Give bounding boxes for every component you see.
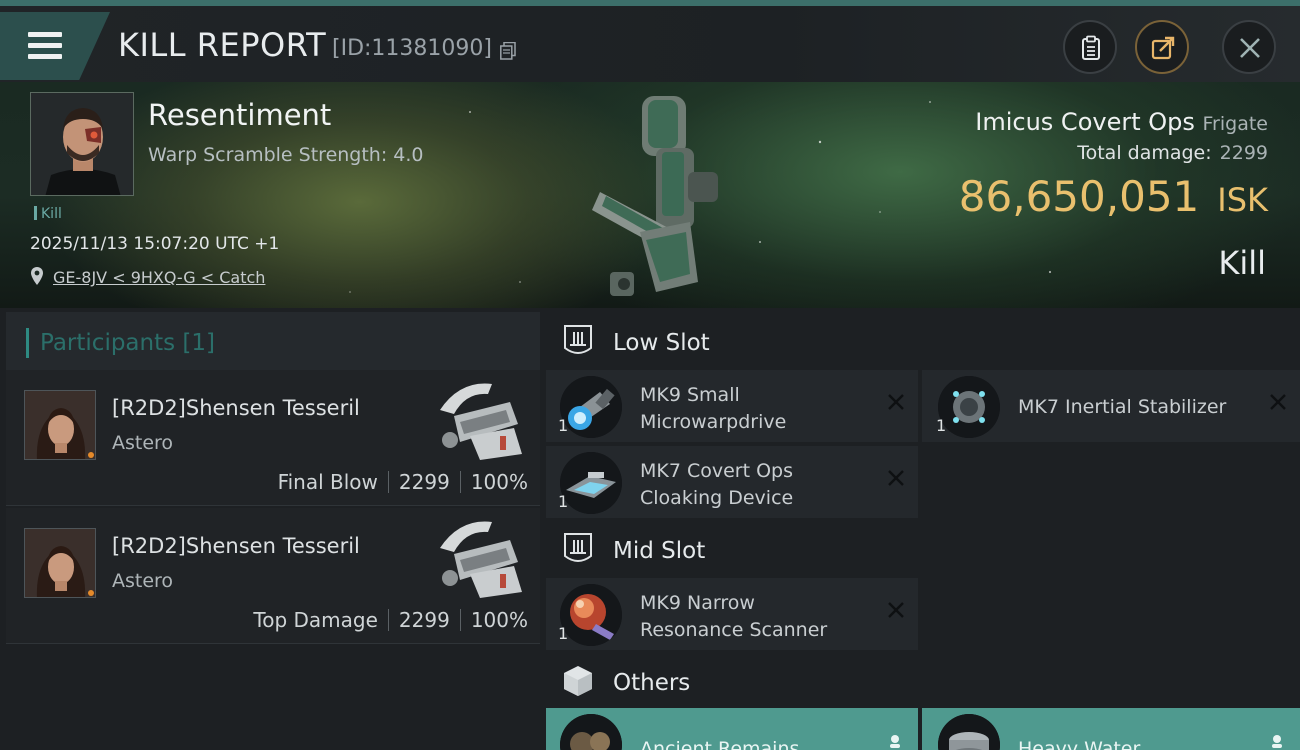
share-button[interactable] [1135, 20, 1189, 74]
copy-icon[interactable] [500, 42, 516, 60]
ship-image [592, 96, 718, 296]
item-name-line1: MK9 Narrow [640, 592, 755, 614]
item-name: MK7 Covert Ops Cloaking Device [640, 458, 793, 512]
clipboard-icon [1082, 35, 1100, 60]
participants-header[interactable]: Participants [1] [6, 312, 540, 372]
kill-tag: Kill [34, 206, 62, 222]
item-name-line1: MK7 Inertial Stabilizer [1018, 396, 1227, 418]
inertial-stabilizer-icon [938, 376, 1000, 438]
others-title: Others [613, 670, 691, 696]
ship-class: Frigate [1202, 113, 1268, 135]
item-name: Ancient Remains [640, 738, 800, 750]
item-quantity: 1 [936, 416, 947, 435]
result-label: Kill [1218, 244, 1266, 282]
cube-icon [564, 666, 592, 696]
pin-icon[interactable] [888, 734, 902, 750]
kill-id: [ID:11381090] [332, 36, 492, 61]
item-name: MK7 Inertial Stabilizer [1018, 394, 1226, 421]
warp-scramble-strength: Warp Scramble Strength: 4.0 [148, 144, 424, 166]
ship-name: Imicus Covert Ops Frigate [975, 108, 1268, 136]
participant-ship: Astero [112, 570, 174, 592]
item-name-line1: MK7 Covert Ops [640, 460, 794, 482]
participant-stats: Top Damage 2299 100% [253, 608, 528, 632]
remove-x-icon[interactable] [886, 468, 906, 488]
close-icon [1240, 38, 1260, 58]
participants-panel: Participants [1] [R2D2]Shensen Tesseril … [0, 308, 540, 750]
kill-datetime: 2025/11/13 15:07:20 UTC +1 [30, 234, 280, 254]
low-slot-header: Low Slot [546, 312, 1300, 372]
remove-x-icon[interactable] [886, 600, 906, 620]
participant-row[interactable]: [R2D2]Shensen Tesseril Astero Top Damage… [6, 508, 540, 644]
participant-damage: 2299 [398, 608, 450, 632]
header-bar: KILL REPORT [ID:11381090] [0, 6, 1300, 82]
other-item[interactable]: Ancient Remains [546, 708, 918, 750]
low-slot-item[interactable]: 1 MK7 Covert Ops Cloaking Device [546, 446, 918, 518]
participant-ship-image [440, 383, 522, 460]
participant-percent: 100% [470, 470, 528, 494]
share-icon [1151, 36, 1175, 60]
isk-unit: ISK [1217, 181, 1268, 219]
victim-avatar[interactable] [30, 92, 134, 196]
low-slot-item[interactable]: 1 MK9 Small Microwarpdrive [546, 370, 918, 442]
isk-amount: 86,650,051 [958, 172, 1200, 221]
slot-shield-icon [564, 533, 592, 562]
participant-stats: Final Blow 2299 100% [278, 470, 528, 494]
microwarpdrive-icon [560, 376, 622, 438]
clipboard-button[interactable] [1063, 20, 1117, 74]
others-header: Others [546, 652, 1300, 712]
participant-role: Final Blow [277, 470, 378, 494]
close-button[interactable] [1222, 20, 1276, 74]
remove-x-icon[interactable] [886, 392, 906, 412]
participant-name[interactable]: [R2D2]Shensen Tesseril [112, 396, 360, 420]
item-name-line1: MK9 Small [640, 384, 740, 406]
location-link[interactable]: GE-8JV < 9HXQ-G < Catch [53, 268, 265, 287]
item-name: MK9 Narrow Resonance Scanner [640, 590, 827, 644]
ancient-remains-icon [560, 714, 622, 750]
other-item[interactable]: Heavy Water [922, 708, 1300, 750]
victim-summary: Resentiment Warp Scramble Strength: 4.0 … [0, 82, 1300, 308]
menu-button[interactable] [0, 12, 110, 80]
item-quantity: 1 [558, 492, 569, 511]
cloaking-device-icon [560, 452, 622, 514]
total-damage-label: Total damage: [1077, 142, 1212, 164]
page-title: KILL REPORT [118, 26, 327, 64]
participant-ship: Astero [112, 432, 174, 454]
item-name-line2: Cloaking Device [640, 487, 794, 509]
mid-slot-title: Mid Slot [613, 538, 706, 564]
location-pin-icon [31, 267, 43, 285]
item-name-line2: Resonance Scanner [640, 619, 828, 641]
low-slot-item[interactable]: 1 MK7 Inertial Stabilizer [922, 370, 1300, 442]
victim-pilot-name[interactable]: Resentiment [148, 98, 331, 132]
participant-avatar[interactable] [24, 390, 96, 460]
participant-avatar[interactable] [24, 528, 96, 598]
resonance-scanner-icon [560, 584, 622, 646]
kill-tag-label: Kill [41, 206, 62, 222]
total-damage: Total damage: 2299 [1077, 142, 1268, 164]
total-damage-value: 2299 [1219, 142, 1268, 164]
slot-shield-icon [564, 325, 592, 354]
participant-damage: 2299 [398, 470, 450, 494]
participant-row[interactable]: [R2D2]Shensen Tesseril Astero Final Blow… [6, 370, 540, 506]
low-slot-title: Low Slot [613, 330, 710, 356]
pin-icon[interactable] [1270, 734, 1284, 750]
mid-slot-item[interactable]: 1 MK9 Narrow Resonance Scanner [546, 578, 918, 650]
participant-role: Top Damage [253, 608, 378, 632]
participant-percent: 100% [470, 608, 528, 632]
item-quantity: 1 [558, 624, 569, 643]
kill-report-window: KILL REPORT [ID:11381090] Resentiment Wa… [0, 0, 1300, 750]
item-name: Heavy Water [1018, 738, 1141, 750]
item-name: MK9 Small Microwarpdrive [640, 382, 786, 436]
heavy-water-icon [938, 714, 1000, 750]
isk-value: 86,650,051 ISK [959, 172, 1268, 221]
participant-name[interactable]: [R2D2]Shensen Tesseril [112, 534, 360, 558]
participants-title: Participants [1] [40, 330, 215, 356]
remove-x-icon[interactable] [1268, 392, 1288, 412]
mid-slot-header: Mid Slot [546, 520, 1300, 580]
participant-ship-image [440, 521, 522, 598]
item-quantity: 1 [558, 416, 569, 435]
item-name-line2: Microwarpdrive [640, 411, 787, 433]
ship-type: Imicus Covert Ops [975, 108, 1195, 136]
